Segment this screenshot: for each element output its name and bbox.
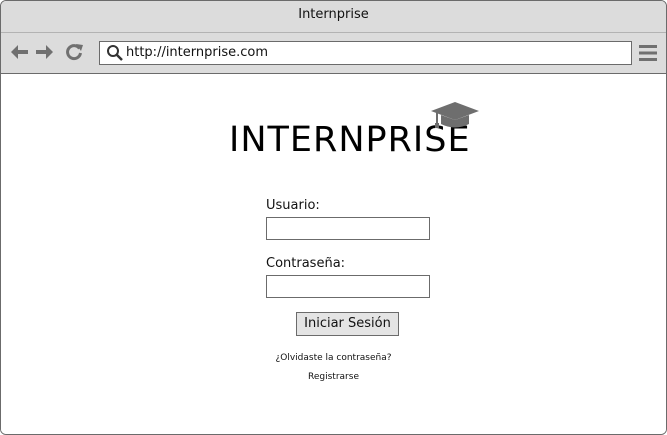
password-field[interactable] xyxy=(266,275,430,298)
register-link: Registrarse xyxy=(1,372,666,382)
forward-arrow-icon[interactable] xyxy=(34,42,54,62)
address-bar[interactable]: http://internprise.com xyxy=(99,41,632,65)
password-label: Contraseña: xyxy=(266,256,346,271)
forgot-password-link: ¿Olvidaste la contraseña? xyxy=(1,353,666,363)
search-icon xyxy=(107,45,123,61)
window-title: Internprise xyxy=(1,1,666,33)
browser-window: Internprise http://internprise.com INTER… xyxy=(0,0,667,435)
url-text: http://internprise.com xyxy=(126,45,269,60)
hamburger-menu-icon[interactable] xyxy=(639,44,657,62)
login-button[interactable]: Iniciar Sesión xyxy=(296,312,399,336)
graduation-cap-icon xyxy=(431,102,479,128)
page-content: INTERNPRISE Usuario: Contraseña: Iniciar… xyxy=(1,74,666,434)
username-field[interactable] xyxy=(266,217,430,240)
forgot-password-link-text[interactable]: ¿Olvidaste la contraseña? xyxy=(275,353,391,363)
back-arrow-icon[interactable] xyxy=(10,42,30,62)
browser-toolbar: http://internprise.com xyxy=(1,33,666,74)
register-link-text[interactable]: Registrarse xyxy=(308,372,359,382)
username-label: Usuario: xyxy=(266,198,320,213)
reload-icon[interactable] xyxy=(64,42,84,62)
